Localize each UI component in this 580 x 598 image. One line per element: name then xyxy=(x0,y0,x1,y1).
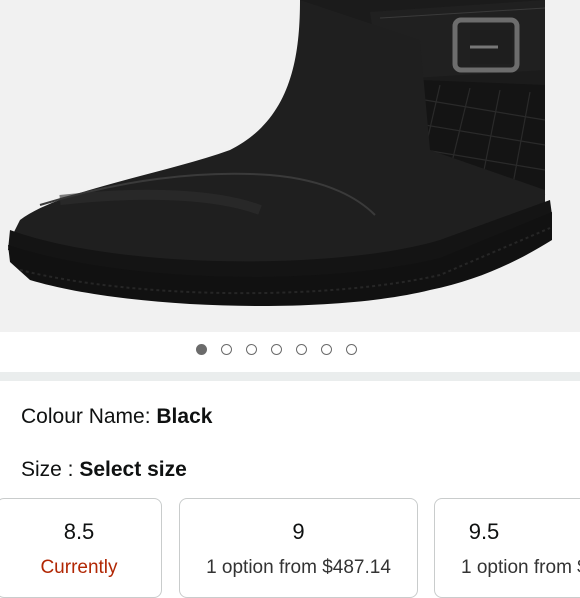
size-option-9[interactable]: 9 1 option from $487.14 xyxy=(179,498,418,598)
size-selected-value: Select size xyxy=(79,458,187,481)
size-option-8-5[interactable]: 8.5 Currently xyxy=(0,498,162,598)
carousel-dots[interactable] xyxy=(196,344,357,355)
size-option-9-5[interactable]: 9.5 1 option from $ xyxy=(434,498,580,598)
carousel-dot-4[interactable] xyxy=(271,344,282,355)
size-option-availability: 1 option from $ xyxy=(461,557,580,578)
carousel-dot-6[interactable] xyxy=(321,344,332,355)
carousel-dot-1[interactable] xyxy=(196,344,207,355)
size-option-availability: 1 option from $487.14 xyxy=(206,557,391,578)
size-row: Size : Select size xyxy=(21,458,187,482)
carousel-dot-2[interactable] xyxy=(221,344,232,355)
product-image-carousel[interactable] xyxy=(0,0,580,332)
size-option-label: 8.5 xyxy=(63,519,95,544)
carousel-dot-5[interactable] xyxy=(296,344,307,355)
colour-label: Colour Name: xyxy=(21,405,157,428)
boot-image xyxy=(8,0,552,307)
section-divider xyxy=(0,372,580,381)
size-option-availability: Currently xyxy=(40,557,118,578)
carousel-dot-7[interactable] xyxy=(346,344,357,355)
size-option-label: 9 xyxy=(292,519,305,544)
colour-name-row: Colour Name: Black xyxy=(21,405,212,429)
colour-value: Black xyxy=(156,405,213,428)
size-label: Size : xyxy=(21,458,80,481)
carousel-dot-3[interactable] xyxy=(246,344,257,355)
size-option-label: 9.5 xyxy=(468,519,500,544)
